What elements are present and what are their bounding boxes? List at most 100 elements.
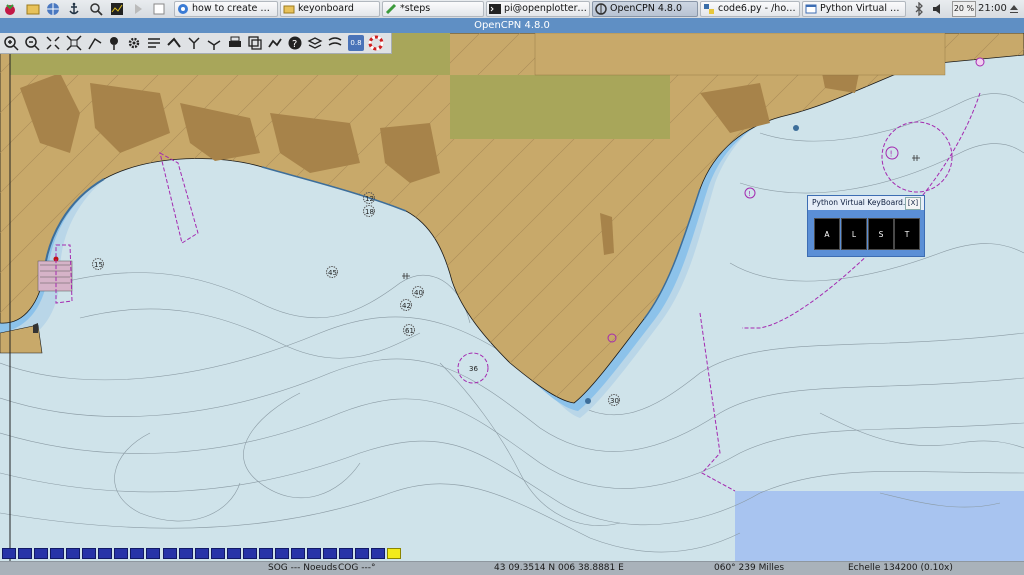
overzoom-badge-icon[interactable]: 0.8 [348, 35, 364, 51]
virtual-keyboard-titlebar[interactable]: Python Virtual KeyBoard. [X] [808, 196, 924, 210]
chart-key[interactable] [371, 548, 386, 559]
chart-canvas[interactable]: ! ! 12 18 15 45 40 42 61 36 30 [0, 33, 1024, 561]
chart-key[interactable] [114, 548, 129, 559]
copy-icon[interactable] [247, 35, 263, 51]
sounding: 40 [414, 289, 423, 297]
task-opencpn[interactable]: OpenCPN 4.8.0 [592, 1, 698, 17]
sounding: 30 [610, 397, 619, 405]
anchor-icon[interactable] [67, 2, 81, 16]
clock[interactable]: 21:00 [978, 1, 1007, 17]
chart-key[interactable] [178, 548, 193, 559]
task-label: code6.py - /home/pi... [718, 3, 797, 14]
chart-key[interactable] [194, 548, 209, 559]
task-label: Python Virtual KeyB... [820, 3, 903, 14]
text-editor-icon [385, 3, 397, 15]
task-text-editor[interactable]: *steps [382, 1, 484, 17]
ais-icon[interactable] [186, 35, 202, 51]
chart-key[interactable] [210, 548, 225, 559]
cursor-position: 43 09.3514 N 006 38.8881 E [494, 563, 624, 573]
task-label: OpenCPN 4.8.0 [610, 3, 683, 14]
sog-readout: SOG --- Noeuds [268, 563, 338, 573]
chart-key[interactable] [226, 548, 241, 559]
sounding: 36 [469, 365, 478, 373]
file-manager-icon[interactable] [26, 2, 40, 16]
key-s[interactable]: S [868, 218, 894, 250]
task-terminal[interactable]: pi@openplotter: ~/P... [486, 1, 590, 17]
sounding: 45 [328, 269, 337, 277]
chart-key[interactable] [98, 548, 113, 559]
chart-key[interactable] [130, 548, 145, 559]
virtual-keyboard-title: Python Virtual KeyBoard. [812, 198, 906, 207]
help-icon[interactable]: ? [287, 35, 303, 51]
opencpn-icon [595, 3, 607, 15]
virtual-keyboard-window[interactable]: Python Virtual KeyBoard. [X] A L S T [807, 195, 925, 257]
task-python-editor[interactable]: code6.py - /home/pi... [700, 1, 800, 17]
volume-icon[interactable] [931, 2, 945, 16]
scale-out-icon[interactable] [66, 35, 82, 51]
window-title: OpenCPN 4.8.0 [474, 20, 550, 31]
window-stack-icon[interactable] [152, 2, 166, 16]
sounding: 12 [365, 195, 374, 203]
route-list-icon[interactable] [327, 35, 343, 51]
chart-key[interactable] [258, 548, 273, 559]
chart-key[interactable] [306, 548, 321, 559]
task-virtual-keyboard[interactable]: Python Virtual KeyB... [802, 1, 906, 17]
bluetooth-icon[interactable] [912, 2, 926, 16]
layers-icon[interactable] [307, 35, 323, 51]
chart-key[interactable] [339, 548, 354, 559]
sounding: 18 [365, 208, 374, 216]
main-toolbar: ? 0.8 [0, 33, 392, 54]
close-button[interactable]: [X] [905, 197, 921, 210]
chart-key[interactable] [162, 548, 177, 559]
chart-key[interactable] [18, 548, 33, 559]
chromium-icon [178, 4, 188, 14]
cog-readout: COG ---° [338, 563, 376, 573]
current-icon[interactable] [267, 35, 283, 51]
eject-icon[interactable] [1007, 2, 1021, 16]
mob-icon[interactable] [368, 35, 384, 51]
browser-icon[interactable] [46, 2, 60, 16]
key-a[interactable]: A [814, 218, 840, 250]
settings-icon[interactable] [126, 35, 142, 51]
chart-key[interactable] [274, 548, 289, 559]
terminal-icon [489, 4, 501, 14]
play-icon[interactable] [131, 2, 145, 16]
zoom-out-icon[interactable] [24, 35, 40, 51]
sounding: 42 [402, 302, 411, 310]
chart-key[interactable] [50, 548, 65, 559]
print-icon[interactable] [227, 35, 243, 51]
chart-key[interactable] [2, 548, 16, 559]
route-icon[interactable] [87, 35, 103, 51]
key-l[interactable]: L [841, 218, 867, 250]
chart-key[interactable] [323, 548, 337, 559]
route-manager-icon[interactable] [146, 35, 162, 51]
chart-key[interactable] [242, 548, 257, 559]
key-t[interactable]: T [894, 218, 920, 250]
scale-in-icon[interactable] [45, 35, 61, 51]
chart-key[interactable] [355, 548, 370, 559]
zoom-in-icon[interactable] [3, 35, 19, 51]
monitor-icon[interactable] [110, 2, 124, 16]
taskbar: how to create virtual... keyonboard *ste… [0, 0, 1024, 19]
search-icon[interactable] [89, 2, 103, 16]
nautical-chart[interactable]: ! ! 12 18 15 45 40 42 61 36 30 [0, 33, 1024, 561]
task-label: how to create virtual... [192, 3, 275, 14]
chart-key[interactable] [82, 548, 97, 559]
task-file-manager[interactable]: keyonboard [280, 1, 380, 17]
svg-text:!: ! [748, 190, 751, 198]
folder-icon [283, 5, 295, 14]
task-browser[interactable]: how to create virtual... [174, 1, 278, 17]
tracking-icon[interactable] [166, 35, 182, 51]
chart-key[interactable] [290, 548, 305, 559]
window-title-bar[interactable]: OpenCPN 4.8.0 [0, 18, 1024, 33]
status-bar: SOG --- Noeuds COG ---° 43 09.3514 N 006… [0, 561, 1024, 575]
raspberry-menu-icon[interactable] [3, 2, 17, 16]
cpu-monitor: 20 % [952, 1, 976, 17]
tides-icon[interactable] [206, 35, 222, 51]
chart-key[interactable] [146, 548, 161, 559]
chart-key[interactable] [66, 548, 81, 559]
mark-icon[interactable] [106, 35, 122, 51]
chart-key[interactable] [34, 548, 49, 559]
chart-key-active[interactable] [387, 548, 402, 559]
svg-text:!: ! [890, 150, 893, 159]
